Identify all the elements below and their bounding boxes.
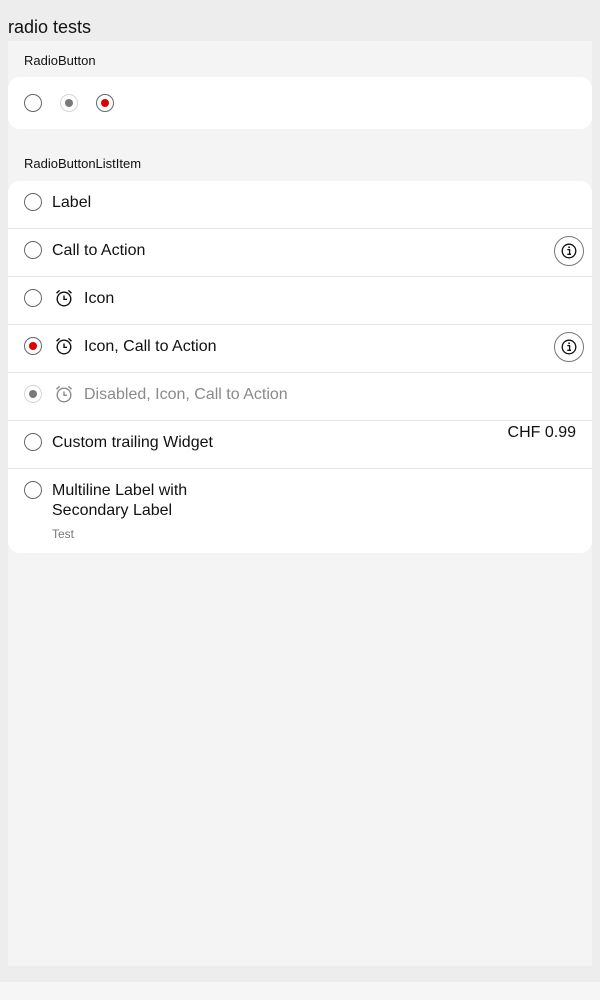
radio-dot	[29, 390, 37, 398]
radiobutton-card	[8, 77, 592, 129]
radio-dot	[29, 342, 37, 350]
list-item-text: Disabled, Icon, Call to Action	[84, 386, 288, 403]
info-button[interactable]	[554, 236, 584, 266]
info-icon	[561, 243, 577, 259]
radio-dot	[65, 99, 73, 107]
radio-unchecked[interactable]	[24, 481, 42, 499]
alarm-icon	[56, 385, 72, 403]
list-item-multiline[interactable]: Multiline Label with Secondary Label Tes…	[8, 469, 592, 553]
bottom-bar	[0, 982, 600, 1000]
alarm-icon	[56, 337, 72, 355]
section-label-radiobuttonlistitem: RadioButtonListItem	[24, 156, 142, 171]
trailing-price: CHF 0.99	[507, 424, 576, 441]
info-icon	[561, 339, 577, 355]
section-label-radiobutton: RadioButton	[24, 53, 96, 68]
list-item-text: Icon, Call to Action	[84, 338, 217, 355]
content-area: RadioButton RadioButtonListItem Label Ca…	[8, 41, 592, 966]
list-item-label[interactable]: Label	[8, 181, 592, 229]
list-item-call-to-action[interactable]: Call to Action	[8, 229, 592, 277]
list-item-text: Call to Action	[52, 242, 146, 259]
list-item-text: Icon	[84, 290, 115, 307]
list-item-icon[interactable]: Icon	[8, 277, 592, 325]
page-title: radio tests	[8, 17, 92, 37]
list-item-text: Custom trailing Widget	[52, 434, 213, 451]
list-item-secondary-label: Test	[52, 527, 75, 541]
list-item-text-line2: Secondary Label	[52, 502, 173, 519]
radio-unchecked[interactable]	[24, 289, 42, 307]
radio-checked[interactable]	[96, 94, 114, 112]
list-item-icon-call-to-action[interactable]: Icon, Call to Action	[8, 325, 592, 373]
radio-unchecked[interactable]	[24, 241, 42, 259]
radio-dot	[101, 99, 109, 107]
radio-checked[interactable]	[24, 337, 42, 355]
radio-unchecked[interactable]	[24, 94, 42, 112]
list-item-text-line1: Multiline Label with	[52, 482, 188, 499]
info-button[interactable]	[554, 332, 584, 362]
radio-checked-disabled	[24, 385, 42, 403]
radiobuttonlistitem-card: Label Call to Action Icon Icon, Call to …	[8, 181, 592, 553]
alarm-icon	[56, 289, 72, 307]
radio-unchecked[interactable]	[24, 433, 42, 451]
list-item-text: Label	[52, 194, 92, 211]
list-item-disabled: Disabled, Icon, Call to Action	[8, 373, 592, 421]
list-item-custom-trailing[interactable]: Custom trailing Widget CHF 0.99	[8, 421, 592, 469]
radio-checked-disabled	[60, 94, 78, 112]
radio-unchecked[interactable]	[24, 193, 42, 211]
